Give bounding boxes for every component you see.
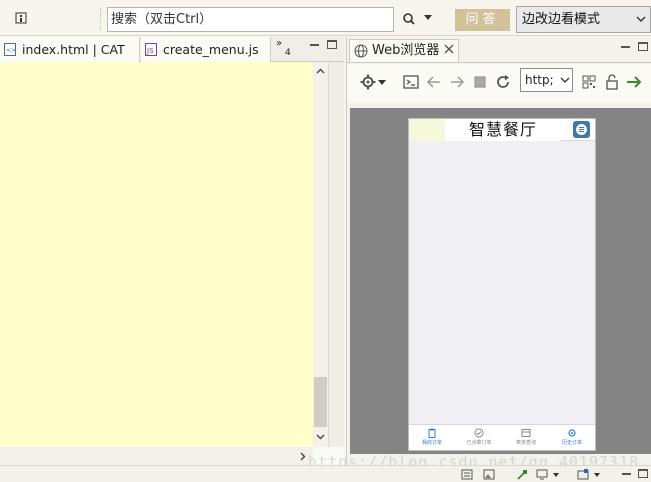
phone-tab-history[interactable]: 历史订单 [549, 425, 595, 451]
overview-ruler [328, 62, 344, 447]
refresh-icon[interactable] [494, 73, 512, 91]
menu-icon-inner [576, 124, 587, 135]
svg-text:JS: JS [146, 47, 154, 55]
chevron-down-icon[interactable] [552, 469, 560, 480]
lock-icon[interactable] [603, 73, 621, 91]
scroll-right-icon[interactable] [297, 451, 308, 462]
more-tabs-count: 4 [285, 48, 291, 58]
phone-header: 智慧餐厅 [409, 119, 595, 141]
console-icon[interactable] [402, 73, 420, 91]
menu-line [579, 131, 584, 132]
chevron-down-icon [636, 16, 646, 22]
mode-select[interactable]: 边改边看模式 [516, 6, 651, 33]
tab-create-menu-js[interactable]: JS create_menu.js [141, 37, 271, 62]
tab-label: Web浏览器 [372, 43, 440, 58]
editor-tabbar: <> index.html | CAT JS create_menu.js » … [0, 37, 344, 62]
url-input[interactable]: http; [520, 68, 573, 92]
editor-panel: <> index.html | CAT JS create_menu.js » … [0, 37, 344, 465]
mode-select-label: 边改边看模式 [522, 12, 601, 27]
phone-tab-label: 历史订单 [561, 440, 582, 446]
header-left-band [409, 119, 445, 141]
js-file-icon: JS [145, 43, 157, 56]
scroll-down-icon[interactable] [315, 431, 326, 442]
tab-label: create_menu.js [163, 42, 259, 57]
scroll-up-icon[interactable] [315, 66, 326, 77]
main-toolbar: 搜索（双击Ctrl） 问答 边改边看模式 [0, 0, 651, 36]
more-tabs-button[interactable]: » 4 [276, 38, 291, 59]
phone-title: 智慧餐厅 [445, 119, 561, 141]
back-arrow-icon[interactable] [425, 73, 443, 91]
globe-icon [354, 44, 368, 58]
vertical-scrollbar[interactable] [313, 62, 328, 447]
tab-label: index.html | CAT [22, 42, 125, 57]
search-input[interactable]: 搜索（双击Ctrl） [107, 7, 394, 32]
menu-icon[interactable] [573, 121, 590, 138]
more-tabs-glyph: » [276, 38, 283, 49]
maximize-icon[interactable] [638, 42, 648, 51]
gear-icon[interactable] [359, 73, 377, 91]
maximize-icon[interactable] [638, 469, 648, 478]
search-icon[interactable] [400, 10, 418, 28]
html-file-icon: <> [4, 43, 16, 56]
browser-viewport: 智慧餐厅 我的订单 已点菜订单 菜单查询 历史订单 [350, 108, 651, 454]
ask-button[interactable]: 问答 [455, 9, 510, 31]
search-dropdown-icon[interactable] [424, 15, 432, 20]
minimize-icon[interactable] [622, 473, 631, 475]
svg-text:<>: <> [6, 47, 16, 54]
status-bar [0, 465, 651, 482]
maximize-icon[interactable] [327, 40, 337, 49]
scroll-thumb[interactable] [314, 377, 327, 427]
close-icon[interactable] [443, 43, 455, 55]
tab-divider [347, 62, 651, 63]
check-circle-icon [474, 428, 484, 438]
toolbar-separator [100, 8, 101, 30]
stop-icon[interactable] [471, 73, 489, 91]
gear-dropdown-icon[interactable] [377, 73, 387, 91]
chevron-down-icon[interactable] [593, 469, 601, 480]
menu-line [579, 129, 584, 130]
minimize-icon[interactable] [621, 46, 630, 48]
go-arrow-icon[interactable] [625, 73, 643, 91]
tab-web-browser[interactable]: Web浏览器 [349, 39, 459, 62]
clipboard-icon [428, 428, 436, 438]
phone-tab-menu-query[interactable]: 菜单查询 [503, 425, 549, 451]
browser-nav-bar: http; [347, 64, 651, 102]
image-file-icon[interactable] [483, 469, 495, 480]
qr-code-icon[interactable] [580, 73, 598, 91]
phone-tab-label: 我的订单 [421, 440, 442, 446]
forward-arrow-icon[interactable] [448, 73, 466, 91]
minimize-icon[interactable] [310, 44, 319, 46]
horizontal-scrollbar[interactable] [0, 447, 313, 465]
code-editor[interactable] [0, 62, 313, 447]
window-icon[interactable] [577, 469, 589, 480]
menu-book-icon [521, 429, 531, 437]
browser-panel: Web浏览器 http; 智慧餐厅 我的订单 已点菜订单 菜单查询 历史订单 [346, 37, 651, 465]
phone-tab-my-orders[interactable]: 我的订单 [409, 425, 455, 451]
chevron-down-icon[interactable] [560, 75, 570, 85]
url-text: http; [525, 73, 554, 87]
monitor-icon[interactable] [536, 469, 548, 480]
phone-tabbar: 我的订单 已点菜订单 菜单查询 历史订单 [409, 424, 595, 450]
phone-tab-ordered[interactable]: 已点菜订单 [456, 425, 502, 451]
gear-icon [568, 429, 576, 437]
info-icon[interactable] [14, 11, 28, 25]
phone-tab-label: 已点菜订单 [466, 440, 492, 446]
pin-icon[interactable] [516, 469, 528, 480]
menu-line [579, 127, 584, 128]
task-list-icon[interactable] [461, 469, 473, 480]
tab-index-html[interactable]: <> index.html | CAT [0, 37, 140, 62]
phone-preview: 智慧餐厅 我的订单 已点菜订单 菜单查询 历史订单 [408, 118, 596, 451]
phone-tab-label: 菜单查询 [515, 440, 536, 446]
